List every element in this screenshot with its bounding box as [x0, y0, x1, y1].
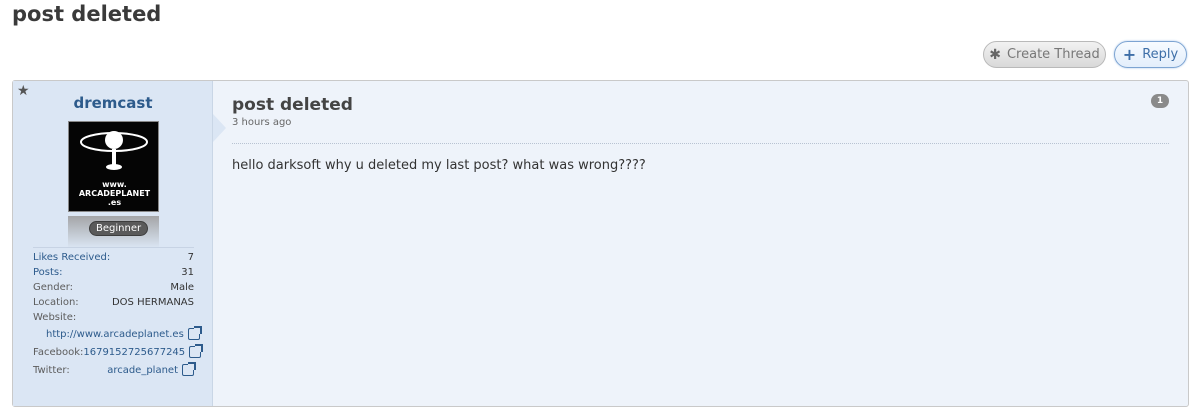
- external-link-icon: [187, 326, 202, 340]
- stat-label: Location:: [33, 297, 79, 308]
- reply-button[interactable]: + Reply: [1114, 41, 1187, 68]
- post-title: post deleted: [232, 95, 353, 115]
- message-post: ★ dremcast www. ARCADEPLANET .es Beginne…: [12, 80, 1189, 407]
- external-link-icon: [182, 362, 196, 376]
- stat-row-website: Website:: [33, 310, 194, 325]
- avatar[interactable]: www. ARCADEPLANET .es: [68, 121, 159, 212]
- username-link[interactable]: dremcast: [13, 94, 213, 112]
- stat-value: 31: [181, 267, 194, 278]
- website-link[interactable]: http://www.arcadeplanet.es: [46, 326, 202, 340]
- avatar-logo-text: www. ARCADEPLANET .es: [78, 180, 151, 207]
- post-body: hello darksoft why u deleted my last pos…: [232, 158, 646, 173]
- stat-row-posts: Posts: 31: [33, 265, 194, 280]
- stat-label[interactable]: Likes Received:: [33, 252, 110, 263]
- stat-value: 7: [187, 252, 194, 263]
- reply-label: Reply: [1142, 47, 1179, 62]
- stat-label: Twitter:: [33, 364, 70, 376]
- user-info-panel: ★ dremcast www. ARCADEPLANET .es Beginne…: [13, 81, 213, 406]
- post-number-badge[interactable]: 1: [1151, 94, 1169, 108]
- create-thread-label: Create Thread: [1006, 47, 1100, 62]
- rank-badge: Beginner: [89, 221, 149, 236]
- stat-row-location: Location: DOS HERMANAS: [33, 295, 194, 310]
- plus-icon: +: [1122, 44, 1137, 64]
- website-row: http://www.arcadeplanet.es: [33, 325, 202, 343]
- twitter-link[interactable]: arcade_planet: [107, 362, 196, 376]
- user-stats: Likes Received: 7 Posts: 31 Gender: Male…: [33, 247, 204, 379]
- page-title: post deleted: [12, 2, 162, 26]
- create-thread-button[interactable]: ✱ Create Thread: [983, 41, 1106, 68]
- facebook-link[interactable]: 1679152725677245: [83, 344, 204, 358]
- stat-row-gender: Gender: Male: [33, 280, 194, 295]
- stat-value: DOS HERMANAS: [111, 297, 194, 308]
- stat-value: Male: [170, 282, 194, 293]
- facebook-row: Facebook: 1679152725677245: [33, 343, 204, 361]
- divider: [232, 143, 1169, 144]
- external-link-icon: [189, 344, 204, 358]
- stat-label[interactable]: Posts:: [33, 267, 63, 278]
- asterisk-icon: ✱: [989, 46, 1001, 63]
- stat-label: Gender:: [33, 282, 74, 293]
- user-panel-arrow: [213, 114, 226, 142]
- stat-row-likes: Likes Received: 7: [33, 250, 194, 265]
- stat-label: Facebook:: [33, 346, 84, 358]
- post-timestamp[interactable]: 3 hours ago: [232, 117, 291, 128]
- stat-label: Website:: [33, 312, 77, 323]
- twitter-row: Twitter: arcade_planet: [33, 361, 196, 379]
- planet-logo-icon: [80, 131, 148, 170]
